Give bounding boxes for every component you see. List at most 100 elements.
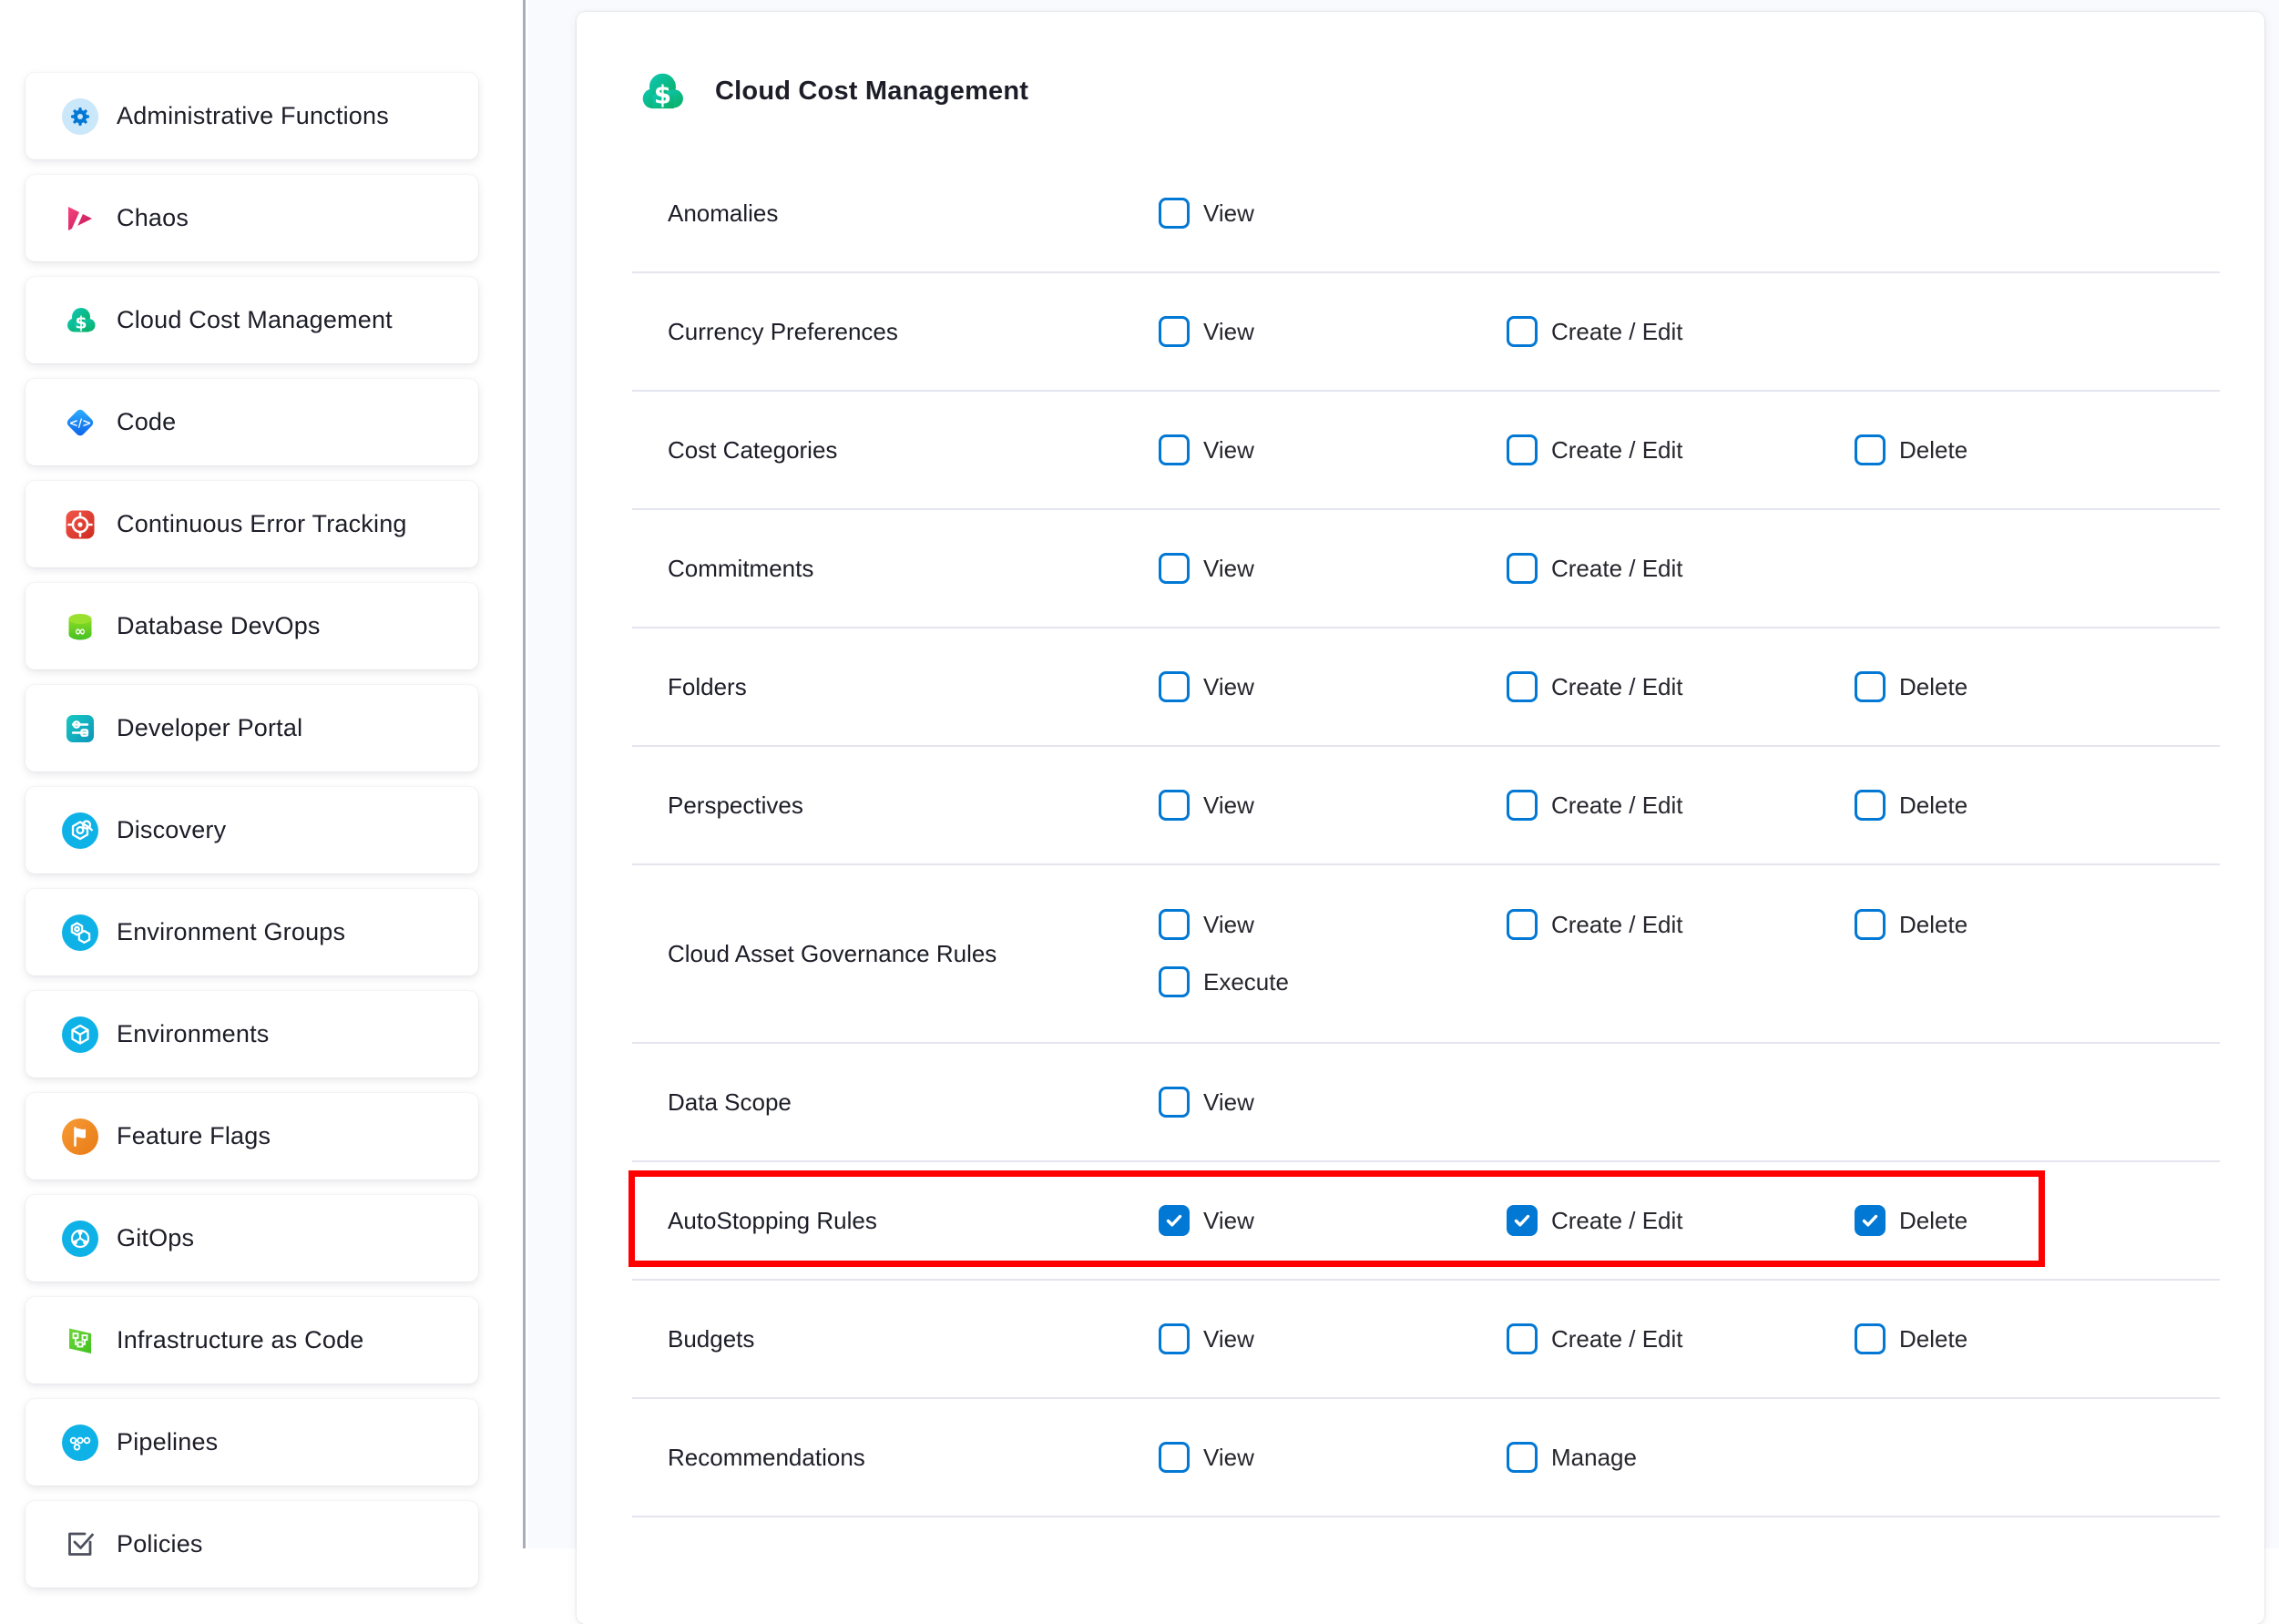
- checkbox-cloud-asset-governance-rules-create-edit[interactable]: Create / Edit: [1507, 909, 1855, 940]
- sidebar-item-gitops[interactable]: GitOps: [26, 1195, 478, 1282]
- checkbox-label: Create / Edit: [1551, 673, 1683, 701]
- checkbox-cost-categories-view[interactable]: View: [1159, 434, 1507, 465]
- checkbox[interactable]: [1507, 316, 1538, 347]
- checkbox[interactable]: [1159, 1087, 1190, 1118]
- permission-label: Budgets: [668, 1325, 1159, 1353]
- permission-row-recommendations: Recommendations View Manage: [632, 1399, 2220, 1517]
- sidebar-item-feature-flags[interactable]: Feature Flags: [26, 1093, 478, 1180]
- sidebar-item-continuous-error-tracking[interactable]: Continuous Error Tracking: [26, 481, 478, 567]
- checkbox-autostopping-rules-create-edit[interactable]: Create / Edit: [1507, 1205, 1855, 1236]
- checkbox-cloud-asset-governance-rules-delete[interactable]: Delete: [1855, 909, 2220, 940]
- checkbox-data-scope-view[interactable]: View: [1159, 1087, 1507, 1118]
- view-column: View: [1159, 790, 1507, 821]
- checkbox-folders-view[interactable]: View: [1159, 671, 1507, 702]
- checkbox[interactable]: [1507, 1442, 1538, 1473]
- view-column: View: [1159, 1087, 1507, 1118]
- checkbox-label: View: [1203, 1444, 1254, 1472]
- checkbox-currency-preferences-create-edit[interactable]: Create / Edit: [1507, 316, 1855, 347]
- permission-label: Commitments: [668, 555, 1159, 583]
- check-icon: [1859, 1210, 1881, 1231]
- checkbox-commitments-view[interactable]: View: [1159, 553, 1507, 584]
- checkbox[interactable]: [1507, 553, 1538, 584]
- sidebar-item-code[interactable]: Code: [26, 379, 478, 465]
- checkbox-budgets-create-edit[interactable]: Create / Edit: [1507, 1323, 1855, 1354]
- sidebar-item-cloud-cost-management[interactable]: Cloud Cost Management: [26, 277, 478, 363]
- checkbox[interactable]: [1159, 790, 1190, 821]
- panel-header: Cloud Cost Management: [577, 12, 2264, 155]
- checkbox-recommendations-manage[interactable]: Manage: [1507, 1442, 1855, 1473]
- checkbox[interactable]: [1159, 909, 1190, 940]
- checkbox[interactable]: [1159, 1323, 1190, 1354]
- checkbox-label: View: [1203, 1088, 1254, 1117]
- checkbox-cloud-asset-governance-rules-view[interactable]: View: [1159, 909, 1507, 940]
- checkbox-cost-categories-create-edit[interactable]: Create / Edit: [1507, 434, 1855, 465]
- checkbox[interactable]: [1507, 790, 1538, 821]
- checkbox-budgets-view[interactable]: View: [1159, 1323, 1507, 1354]
- checkbox[interactable]: [1159, 553, 1190, 584]
- checkbox-currency-preferences-view[interactable]: View: [1159, 316, 1507, 347]
- view-column: View: [1159, 198, 1507, 229]
- sidebar-item-developer-portal[interactable]: Developer Portal: [26, 685, 478, 771]
- sidebar-item-label: Cloud Cost Management: [117, 306, 393, 334]
- checkbox[interactable]: [1159, 671, 1190, 702]
- checkbox-anomalies-view[interactable]: View: [1159, 198, 1507, 229]
- checkbox-perspectives-view[interactable]: View: [1159, 790, 1507, 821]
- checkbox-perspectives-delete[interactable]: Delete: [1855, 790, 2220, 821]
- delete-column: Delete: [1855, 434, 2220, 465]
- permissions-panel: Cloud Cost Management Anomalies View Cur…: [577, 12, 2264, 1624]
- checkbox[interactable]: [1159, 966, 1190, 997]
- sidebar-item-infrastructure-as-code[interactable]: Infrastructure as Code: [26, 1297, 478, 1384]
- create-edit-column: Create / Edit: [1507, 790, 1855, 821]
- sidebar-item-chaos[interactable]: Chaos: [26, 175, 478, 261]
- delete-column: Delete: [1855, 1323, 2220, 1354]
- checkbox[interactable]: [1855, 671, 1886, 702]
- checkbox-label: Create / Edit: [1551, 1325, 1683, 1353]
- checkbox-label: Execute: [1203, 968, 1289, 996]
- permission-label: Cost Categories: [668, 436, 1159, 465]
- checkbox-folders-delete[interactable]: Delete: [1855, 671, 2220, 702]
- checkbox-cloud-asset-governance-rules-execute[interactable]: Execute: [1159, 966, 1507, 997]
- sidebar-item-label: GitOps: [117, 1224, 194, 1252]
- checkbox-cost-categories-delete[interactable]: Delete: [1855, 434, 2220, 465]
- sidebar-item-environments[interactable]: Environments: [26, 991, 478, 1078]
- sidebar-item-environment-groups[interactable]: Environment Groups: [26, 889, 478, 975]
- checkbox[interactable]: [1507, 671, 1538, 702]
- create-edit-column: Create / Edit: [1507, 553, 1855, 584]
- checkbox-autostopping-rules-view[interactable]: View: [1159, 1205, 1507, 1236]
- checkbox[interactable]: [1159, 434, 1190, 465]
- environments-cube-icon: [62, 1016, 98, 1053]
- checkbox[interactable]: [1855, 1323, 1886, 1354]
- policies-check-icon: [62, 1527, 98, 1563]
- checkbox[interactable]: [1507, 909, 1538, 940]
- discovery-icon: [62, 812, 98, 849]
- permission-label: Cloud Asset Governance Rules: [668, 940, 1159, 968]
- checkbox[interactable]: [1855, 434, 1886, 465]
- sidebar-item-administrative-functions[interactable]: Administrative Functions: [26, 73, 478, 159]
- sidebar-item-pipelines[interactable]: Pipelines: [26, 1399, 478, 1486]
- checkbox-recommendations-view[interactable]: View: [1159, 1442, 1507, 1473]
- sidebar-item-discovery[interactable]: Discovery: [26, 787, 478, 873]
- checkbox-label: Create / Edit: [1551, 555, 1683, 583]
- checkbox-folders-create-edit[interactable]: Create / Edit: [1507, 671, 1855, 702]
- sidebar: Administrative Functions Chaos Cloud Cos…: [0, 0, 526, 1548]
- checkbox[interactable]: [1507, 1323, 1538, 1354]
- sidebar-item-database-devops[interactable]: Database DevOps: [26, 583, 478, 669]
- create-edit-column: Create / Edit: [1507, 1205, 1855, 1236]
- checkbox-budgets-delete[interactable]: Delete: [1855, 1323, 2220, 1354]
- checkbox[interactable]: [1507, 434, 1538, 465]
- checkbox-perspectives-create-edit[interactable]: Create / Edit: [1507, 790, 1855, 821]
- checkbox[interactable]: [1159, 1205, 1190, 1236]
- checkbox-autostopping-rules-delete[interactable]: Delete: [1855, 1205, 2220, 1236]
- checkbox[interactable]: [1855, 909, 1886, 940]
- checkbox[interactable]: [1159, 316, 1190, 347]
- sidebar-item-policies[interactable]: Policies: [26, 1501, 478, 1588]
- checkbox[interactable]: [1159, 198, 1190, 229]
- checkbox[interactable]: [1507, 1205, 1538, 1236]
- checkbox[interactable]: [1855, 1205, 1886, 1236]
- checkbox-label: Delete: [1899, 1325, 1967, 1353]
- view-column: View: [1159, 1205, 1507, 1236]
- checkbox-label: View: [1203, 792, 1254, 820]
- checkbox-commitments-create-edit[interactable]: Create / Edit: [1507, 553, 1855, 584]
- checkbox[interactable]: [1855, 790, 1886, 821]
- checkbox[interactable]: [1159, 1442, 1190, 1473]
